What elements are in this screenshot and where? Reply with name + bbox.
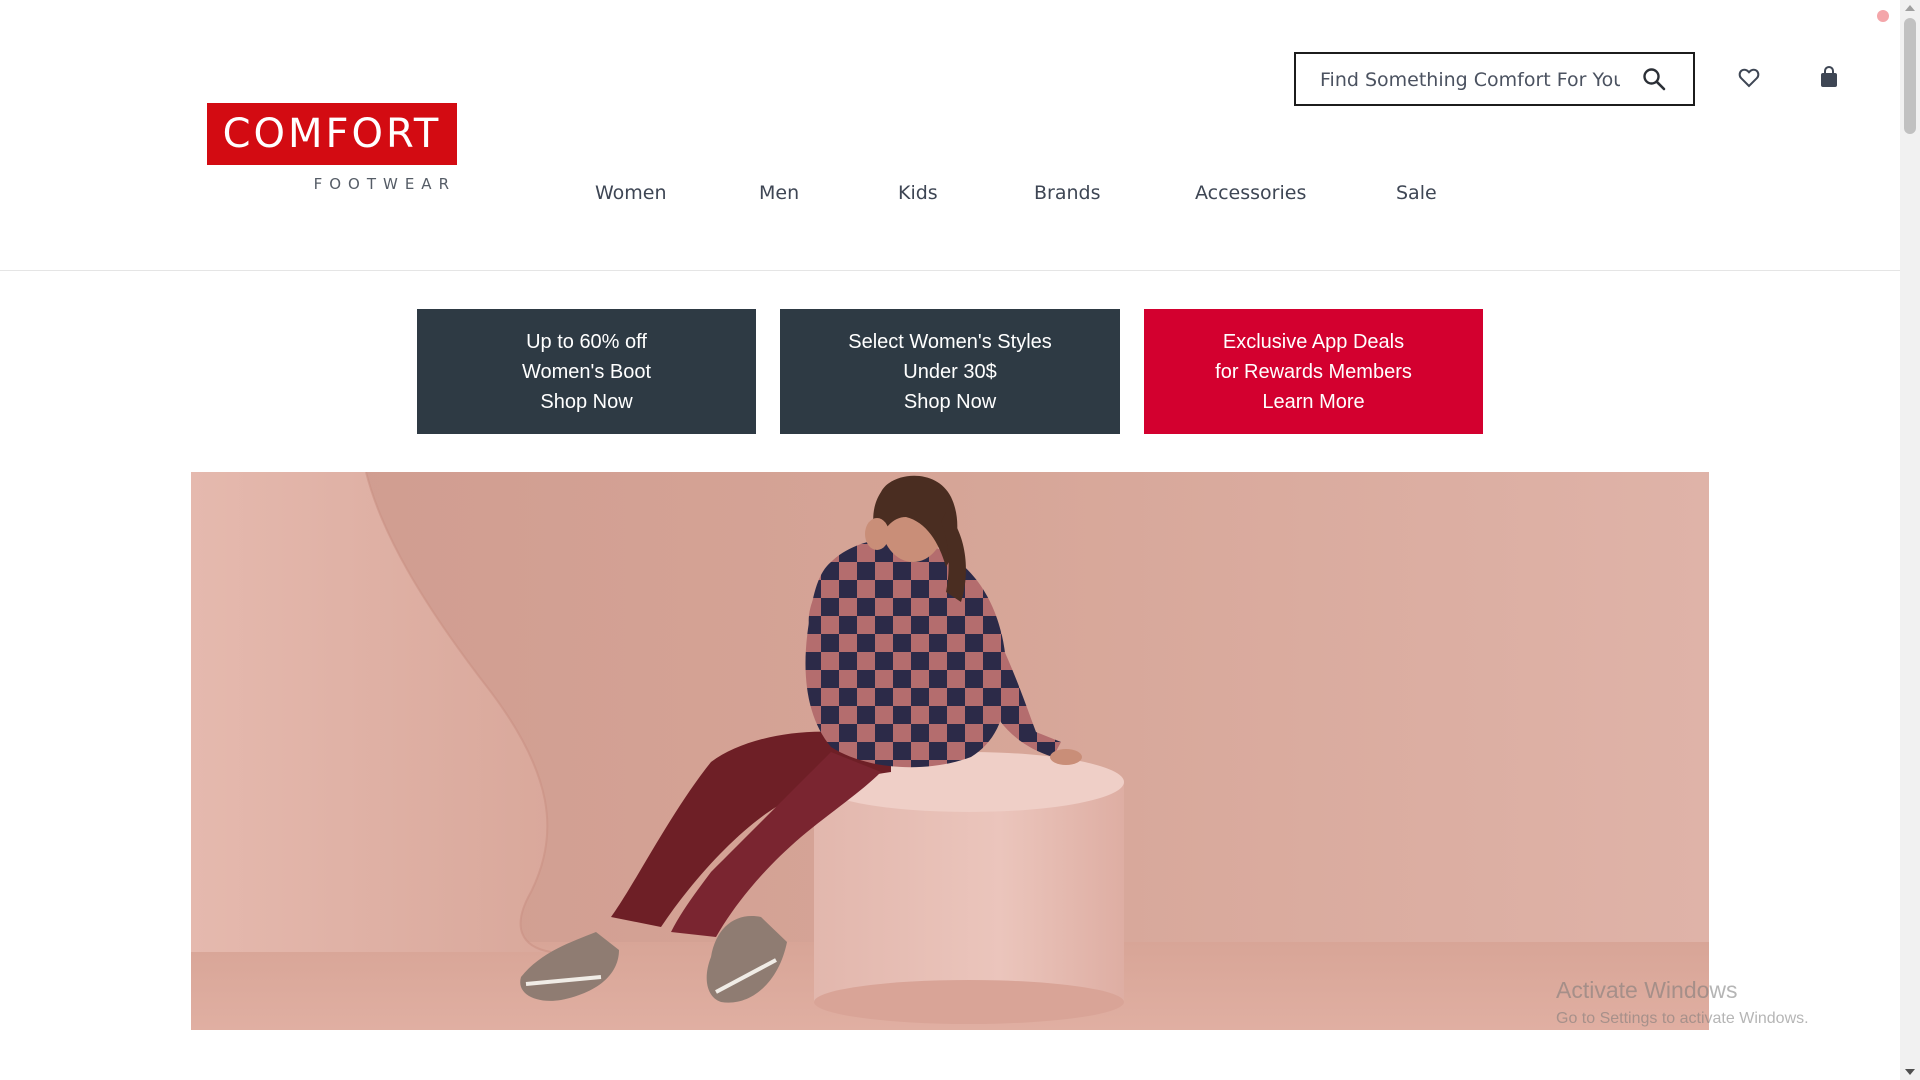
comfort-footwear-logo[interactable]: COMFORT FOOTWEAR — [207, 103, 458, 193]
nav-item-brands[interactable]: Brands — [1034, 182, 1195, 210]
main-navigation: Women Men Kids Brands Accessories Sale — [595, 182, 1437, 210]
promo-womens-boot[interactable]: Up to 60% off Women's Boot Shop Now — [417, 309, 756, 434]
nav-item-women[interactable]: Women — [595, 182, 759, 210]
promo-line: Up to 60% off — [526, 330, 647, 353]
search-icon[interactable] — [1641, 66, 1667, 92]
shopping-bag-icon[interactable] — [1819, 66, 1839, 88]
heart-icon[interactable] — [1738, 67, 1760, 89]
nav-item-kids[interactable]: Kids — [898, 182, 1034, 210]
activate-windows-watermark: Activate Windows Go to Settings to activ… — [1556, 977, 1809, 1028]
hero-banner[interactable] — [191, 472, 1709, 1030]
promo-line: Women's Boot — [521, 360, 652, 383]
promo-line: Exclusive App Deals — [1222, 330, 1405, 353]
page: COMFORT FOOTWEAR Women Men Kids Brands A… — [0, 0, 1920, 1080]
promo-cta[interactable]: Shop Now — [417, 387, 756, 417]
scroll-down-arrow-icon[interactable] — [1905, 1069, 1915, 1075]
promo-line: Under 30$ — [903, 360, 997, 383]
logo-subtitle: FOOTWEAR — [313, 175, 456, 193]
promo-line: Select Women's Styles — [848, 330, 1052, 353]
promo-app-deals[interactable]: Exclusive App Deals for Rewards Members … — [1144, 309, 1483, 434]
promo-cta[interactable]: Shop Now — [780, 387, 1120, 417]
watermark-title: Activate Windows — [1556, 977, 1738, 1003]
nav-item-sale[interactable]: Sale — [1396, 182, 1437, 210]
page-scrollbar[interactable] — [1900, 0, 1920, 1080]
search-box[interactable] — [1294, 52, 1695, 106]
promo-womens-styles[interactable]: Select Women's Styles Under 30$ Shop Now — [780, 309, 1120, 434]
notification-dot — [1877, 10, 1889, 22]
site-header: COMFORT FOOTWEAR Women Men Kids Brands A… — [0, 0, 1900, 271]
scrollbar-thumb[interactable] — [1904, 18, 1916, 134]
promo-line: for Rewards Members — [1215, 360, 1412, 383]
scroll-up-arrow-icon[interactable] — [1905, 5, 1915, 11]
search-input[interactable] — [1320, 66, 1620, 94]
nav-item-accessories[interactable]: Accessories — [1195, 182, 1396, 210]
nav-item-men[interactable]: Men — [759, 182, 898, 210]
logo-wordmark: COMFORT — [207, 103, 457, 165]
promo-cta[interactable]: Learn More — [1144, 387, 1483, 417]
hero-image — [191, 472, 1709, 1030]
watermark-subtitle: Go to Settings to activate Windows. — [1556, 1010, 1809, 1027]
